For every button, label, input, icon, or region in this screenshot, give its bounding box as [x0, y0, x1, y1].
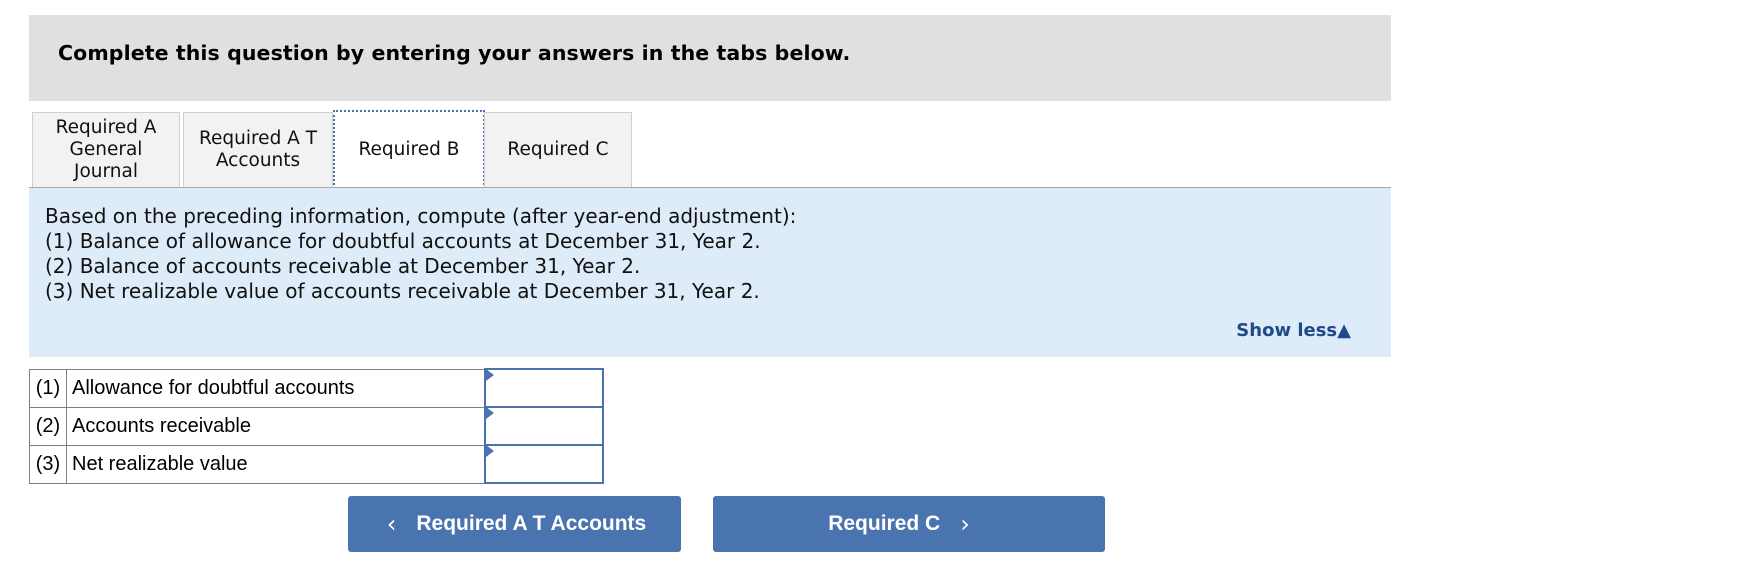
next-button[interactable]: Required C › — [713, 496, 1105, 552]
instructions-title: Complete this question by entering your … — [58, 41, 851, 65]
question-line: (3) Net realizable value of accounts rec… — [45, 279, 760, 303]
input-marker-icon — [486, 407, 494, 419]
prev-button-label: Required A T Accounts — [416, 512, 647, 535]
tab-required-a-general-journal[interactable]: Required A General Journal — [32, 112, 180, 187]
question-panel: Based on the preceding information, comp… — [29, 188, 1391, 357]
tab-label-line: Required A — [55, 117, 157, 138]
accounts-receivable-input[interactable] — [486, 409, 602, 443]
show-less-link[interactable]: Show less▲ — [1236, 320, 1351, 341]
row-number: (3) — [29, 444, 67, 484]
net-realizable-value-input[interactable] — [486, 447, 602, 481]
answer-table: (1) Allowance for doubtful accounts (2) … — [29, 368, 604, 484]
answer-cell — [484, 368, 604, 408]
chevron-left-icon: ‹ — [386, 510, 397, 538]
instructions-header: Complete this question by entering your … — [29, 15, 1391, 101]
tab-label: Required B — [358, 138, 460, 160]
next-button-label: Required C — [828, 512, 941, 535]
tab-label-line: Required A T — [198, 128, 318, 149]
tab-label-line: Accounts — [215, 150, 301, 171]
question-line: (2) Balance of accounts receivable at De… — [45, 254, 641, 278]
prev-button[interactable]: ‹ Required A T Accounts — [348, 496, 681, 552]
row-number: (1) — [29, 368, 67, 408]
table-row: (2) Accounts receivable — [29, 406, 604, 446]
tab-required-c[interactable]: Required C — [484, 112, 632, 187]
input-marker-icon — [486, 445, 494, 457]
row-label: Net realizable value — [66, 444, 486, 484]
question-line: Based on the preceding information, comp… — [45, 204, 797, 228]
question-line: (1) Balance of allowance for doubtful ac… — [45, 229, 761, 253]
table-row: (3) Net realizable value — [29, 444, 604, 484]
tab-required-b[interactable]: Required B — [333, 110, 485, 189]
show-less-label: Show less — [1236, 320, 1338, 341]
allowance-input[interactable] — [486, 371, 602, 405]
tab-label-line: General — [69, 139, 143, 160]
triangle-up-icon: ▲ — [1337, 320, 1351, 341]
row-number: (2) — [29, 406, 67, 446]
answer-cell — [484, 444, 604, 484]
input-marker-icon — [486, 369, 494, 381]
row-label: Accounts receivable — [66, 406, 486, 446]
tab-required-a-t-accounts[interactable]: Required A T Accounts — [183, 112, 333, 187]
row-label: Allowance for doubtful accounts — [66, 368, 486, 408]
answer-cell — [484, 406, 604, 446]
table-row: (1) Allowance for doubtful accounts — [29, 368, 604, 408]
chevron-right-icon: › — [960, 510, 970, 538]
question-text: Based on the preceding information, comp… — [45, 204, 796, 304]
tab-label: Required C — [507, 139, 609, 160]
tab-label-line: Journal — [74, 161, 138, 182]
